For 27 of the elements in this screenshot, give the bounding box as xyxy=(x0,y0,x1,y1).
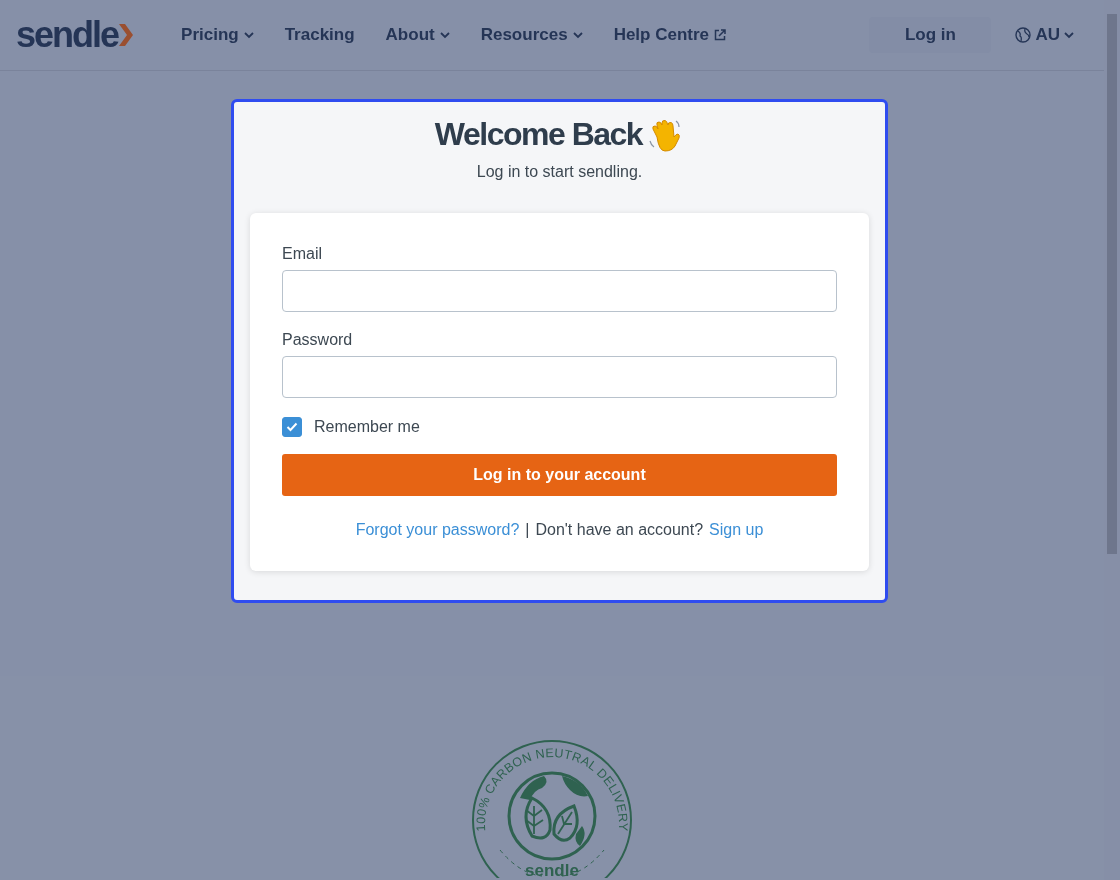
check-icon xyxy=(286,422,298,432)
globe-icon xyxy=(1015,27,1032,43)
signup-prompt: Don't have an account? xyxy=(535,521,704,539)
subtitle: Log in to start sendling. xyxy=(475,163,644,181)
nav-link[interactable]: Tracking xyxy=(284,25,355,45)
sign-up-link[interactable]: Sign up xyxy=(709,521,764,539)
forgot-password-link[interactable]: Forgot your password? xyxy=(355,521,520,539)
region-selector[interactable]: AU xyxy=(1015,25,1074,45)
welcome-title: Welcome Back xyxy=(434,116,643,153)
field-label: Email xyxy=(282,245,323,263)
field-label: Password xyxy=(282,331,354,349)
nav-link[interactable]: Resources xyxy=(480,25,583,45)
nav-link[interactable]: About xyxy=(385,25,450,45)
checkbox[interactable] xyxy=(282,417,302,437)
sendle-logo[interactable]: sendle xyxy=(16,17,134,53)
external-link-icon xyxy=(714,29,727,41)
checkbox-label: Remember me xyxy=(314,418,420,436)
nav-link[interactable]: Help Centre xyxy=(613,25,727,45)
separator: | xyxy=(525,521,530,539)
nav-link[interactable]: Pricing xyxy=(181,25,254,45)
chevron-down-icon xyxy=(1064,31,1074,39)
input-field[interactable] xyxy=(282,270,837,312)
submit-button[interactable]: Log in to your account xyxy=(282,454,837,496)
input-field[interactable] xyxy=(282,356,837,398)
chevron-down-icon xyxy=(439,31,450,39)
chevron-down-icon xyxy=(243,31,254,39)
chevron-down-icon xyxy=(572,31,583,39)
